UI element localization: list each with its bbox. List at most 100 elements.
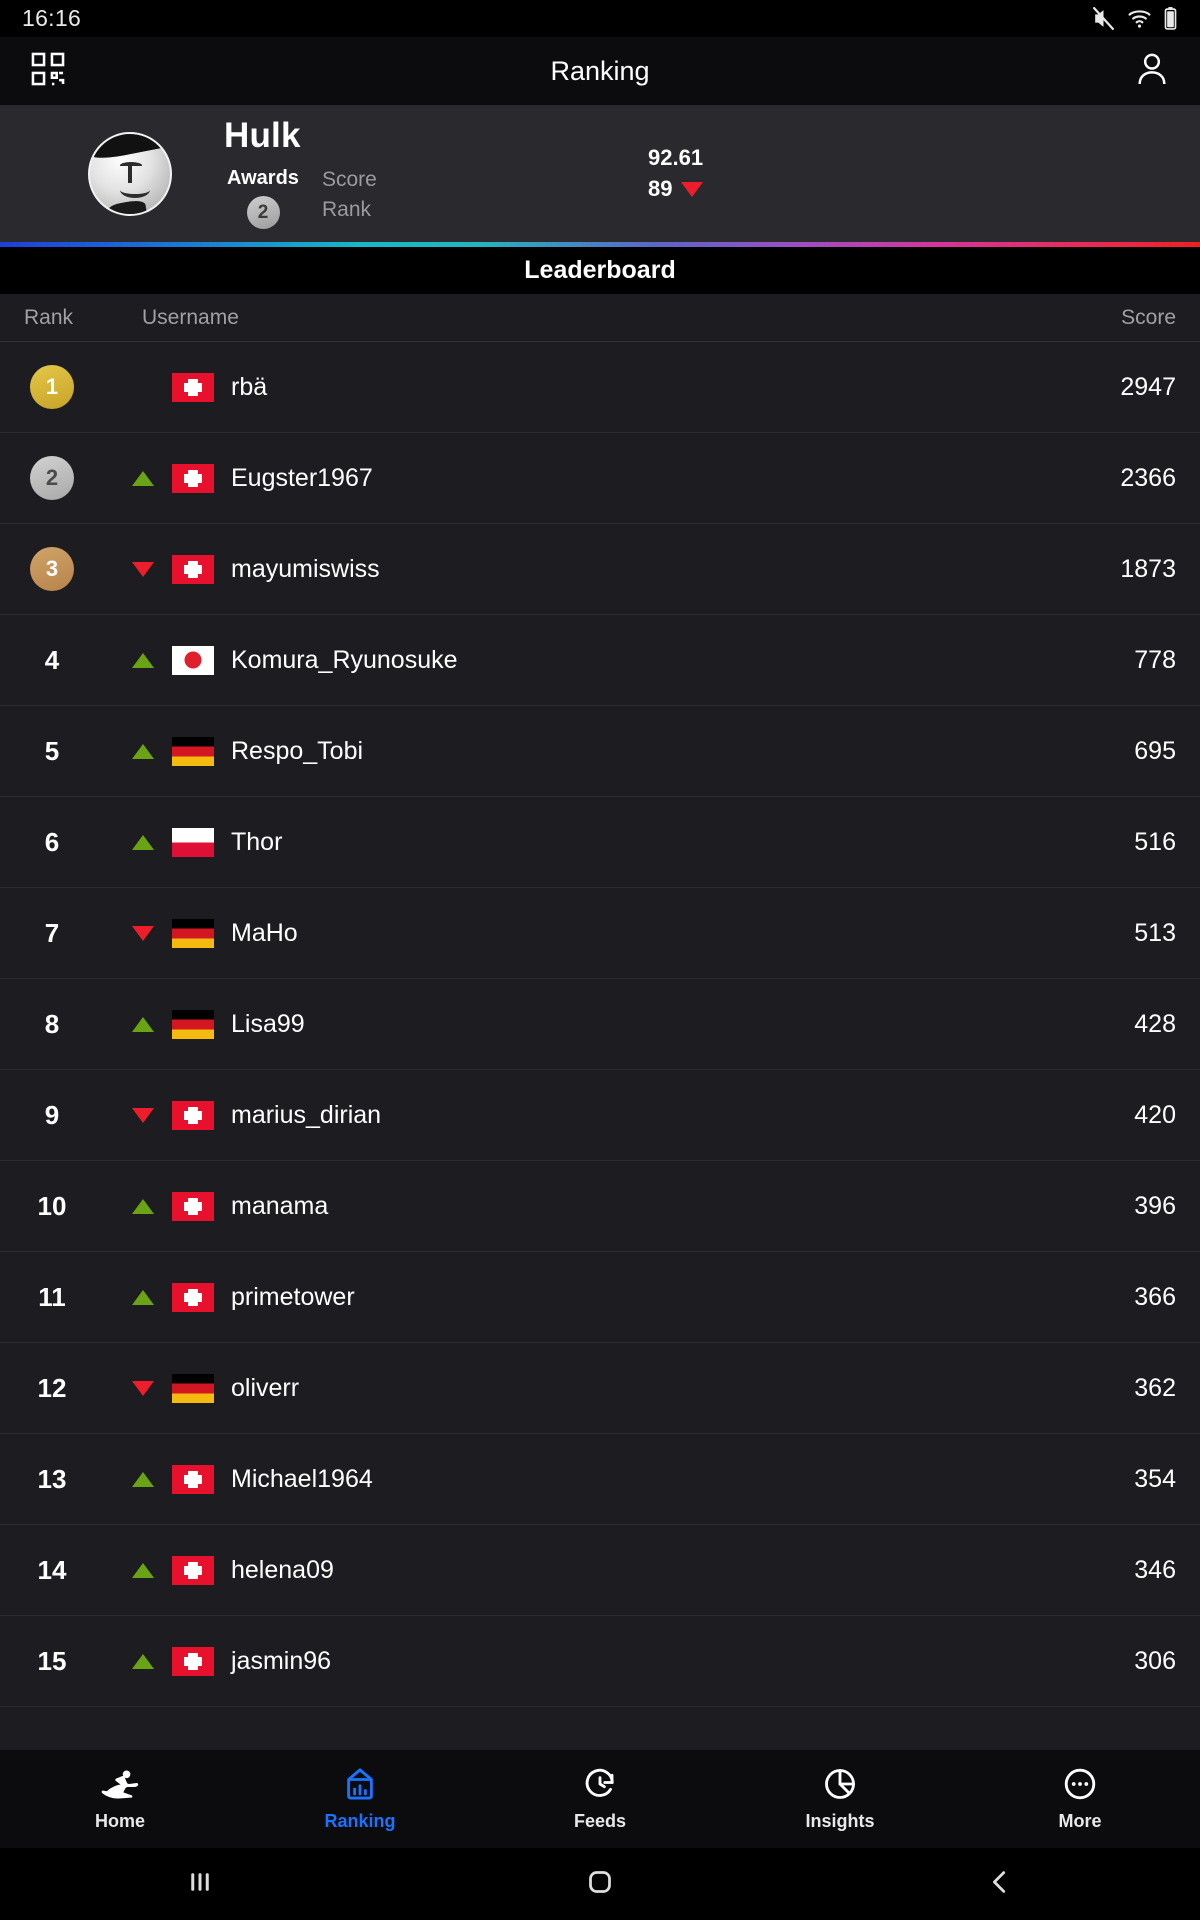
status-time: 16:16 [22,5,82,31]
rank-number: 12 [37,1372,67,1403]
score-cell: 513 [1134,918,1176,947]
rank-cell: 11 [24,1282,120,1313]
trend-cell [120,1198,166,1214]
rank-number: 5 [44,735,60,766]
column-header-username: Username [142,305,239,329]
username-label: Thor [231,827,283,856]
score-cell: 2366 [1120,463,1176,492]
flag-pl-icon [172,827,214,857]
table-row[interactable]: 6 Thor 516 [0,797,1200,888]
stat-labels: Score Rank [322,167,377,220]
table-row[interactable]: 15 jasmin96 306 [0,1616,1200,1707]
back-button[interactable] [800,1867,1200,1902]
rank-cell: 10 [24,1191,120,1222]
table-row[interactable]: 5 Respo_Tobi 695 [0,706,1200,797]
trend-up-icon [132,1562,154,1578]
rank-number: 7 [44,917,60,948]
rank-cell: 15 [24,1646,120,1677]
mute-icon [1091,6,1116,31]
table-row[interactable]: 13 Michael1964 354 [0,1434,1200,1525]
nav-item-label: Home [94,1811,145,1831]
username-label: Michael1964 [231,1464,373,1493]
username-label: marius_dirian [231,1100,382,1129]
rank-number: 13 [37,1463,67,1494]
avatar [88,131,172,216]
rank-medal-gold-icon: 1 [30,365,74,409]
nav-item-more[interactable]: More [960,1766,1200,1832]
username-cell: Michael1964 [166,1464,1046,1494]
trend-down-icon [132,561,154,577]
trend-cell [120,834,166,850]
username-label: MaHo [231,918,298,947]
table-row[interactable]: 14 helena09 346 [0,1525,1200,1616]
nav-item-insights[interactable]: Insights [720,1766,960,1832]
table-row[interactable]: 12 oliverr 362 [0,1343,1200,1434]
nav-item-home[interactable]: Home [0,1766,240,1832]
rank-cell: 9 [24,1100,120,1131]
rank-number: 10 [37,1190,67,1221]
profile-button[interactable] [1126,45,1178,97]
leaderboard-title: Leaderboard [0,247,1200,294]
nav-item-label: More [1058,1811,1102,1831]
profile-card[interactable]: Hulk Awards 2 Score Rank 92.61 89 [0,105,1200,242]
rank-cell: 4 [24,645,120,676]
username-cell: Lisa99 [166,1009,1046,1039]
table-row[interactable]: 11 primetower 366 [0,1252,1200,1343]
qr-code-button[interactable] [22,45,74,97]
nav-item-feeds[interactable]: Feeds [480,1766,720,1832]
table-row[interactable]: 7 MaHo 513 [0,888,1200,979]
flag-ch-icon [172,1100,214,1130]
rank-number: 8 [44,1008,60,1039]
rank-trend-down-icon [681,181,704,197]
trend-cell [120,925,166,941]
pie-chart-icon [822,1766,858,1802]
bottom-navigation: Home Ranking Feeds Insights More [0,1750,1200,1848]
avatar-hair [90,133,170,163]
username-cell: oliverr [166,1373,1046,1403]
bar-chart-icon [342,1766,378,1802]
rank-cell: 14 [24,1555,120,1586]
avatar-mouth [119,182,150,198]
awards-label: Awards [227,167,299,189]
table-row[interactable]: 4 Komura_Ryunosuke 778 [0,615,1200,706]
wifi-icon [1127,6,1152,31]
trend-cell [120,1016,166,1032]
running-person-icon [99,1766,141,1802]
rank-number: 9 [44,1099,60,1130]
flag-ch-icon [172,1464,214,1494]
trend-up-icon [132,1016,154,1032]
page-title: Ranking [550,55,650,86]
rank-label: Rank [322,198,372,221]
nav-item-ranking[interactable]: Ranking [240,1766,480,1832]
table-row[interactable]: 1 rbä 2947 [0,342,1200,433]
trend-cell [120,1289,166,1305]
rank-number: 15 [37,1645,67,1676]
table-row[interactable]: 10 manama 396 [0,1161,1200,1252]
score-cell: 396 [1134,1191,1176,1220]
username-cell: Eugster1967 [166,463,1046,493]
table-row[interactable]: 8 Lisa99 428 [0,979,1200,1070]
recents-button[interactable] [0,1867,400,1902]
system-navigation-bar [0,1848,1200,1920]
username-label: Eugster1967 [231,463,373,492]
recents-icon [185,1867,215,1902]
username-label: oliverr [231,1373,300,1402]
home-button[interactable] [400,1867,800,1902]
table-row[interactable]: 9 marius_dirian 420 [0,1070,1200,1161]
rank-cell: 2 [24,456,120,500]
nav-item-label: Feeds [573,1811,627,1831]
username-label: primetower [231,1282,355,1311]
trend-up-icon [132,1289,154,1305]
table-row[interactable]: 2 Eugster1967 2366 [0,433,1200,524]
username-label: Respo_Tobi [231,736,364,765]
trend-cell [120,1562,166,1578]
username-label: jasmin96 [231,1646,332,1675]
score-cell: 362 [1134,1373,1176,1402]
score-label: Score [322,168,377,191]
rank-value: 89 [648,176,673,201]
trend-cell [120,743,166,759]
avatar-nose [127,165,132,183]
rank-cell: 8 [24,1009,120,1040]
home-icon [585,1867,615,1902]
table-row[interactable]: 3 mayumiswiss 1873 [0,524,1200,615]
